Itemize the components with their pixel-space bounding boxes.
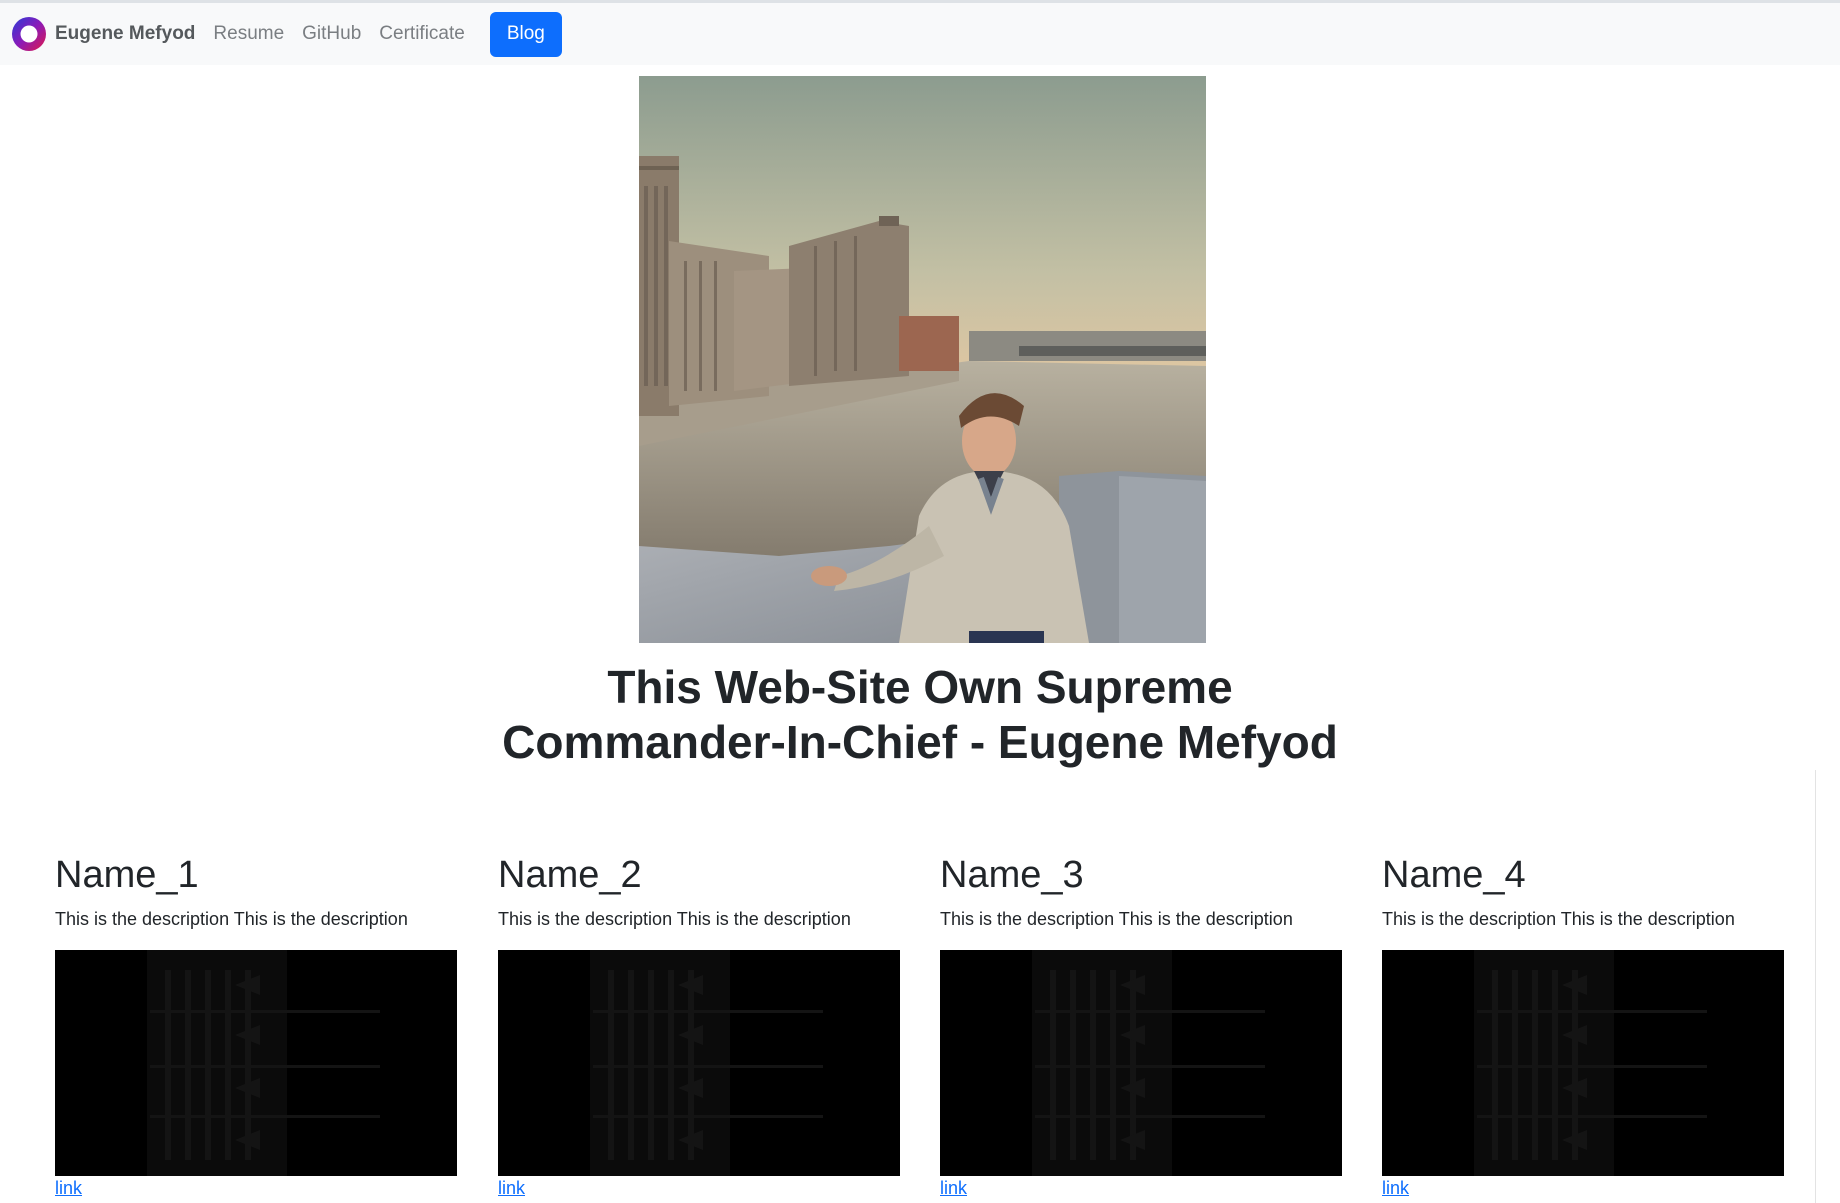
scroll-divider: [1815, 770, 1816, 1203]
card-link[interactable]: link: [1382, 1178, 1409, 1199]
card-video-thumbnail[interactable]: [498, 950, 900, 1176]
profile-photo: [639, 76, 1206, 643]
card-link[interactable]: link: [498, 1178, 525, 1199]
brand-link[interactable]: Eugene Mefyod: [12, 17, 195, 51]
card-description: This is the description This is the desc…: [940, 909, 1293, 929]
page-title: This Web-Site Own Supreme Commander-In-C…: [420, 660, 1420, 770]
card-description: This is the description This is the desc…: [1382, 909, 1735, 929]
card-video-thumbnail[interactable]: [55, 950, 457, 1176]
project-card: Name_4 This is the description This is t…: [1382, 853, 1784, 1198]
card-description: This is the description This is the desc…: [55, 909, 408, 929]
card-link[interactable]: link: [940, 1178, 967, 1199]
nav-github-link[interactable]: GitHub: [302, 23, 361, 45]
brand-logo-icon: [12, 17, 46, 51]
brand-name: Eugene Mefyod: [55, 23, 196, 44]
project-card: Name_2 This is the description This is t…: [498, 853, 900, 1198]
page-title-line-1: This Web-Site Own Supreme: [607, 661, 1233, 713]
profile-photo-graphic: [639, 76, 1206, 643]
nav-resume-link[interactable]: Resume: [213, 23, 284, 45]
card-thumbnail-graphic: [55, 950, 457, 1176]
card-description: This is the description This is the desc…: [498, 909, 851, 929]
project-card: Name_3 This is the description This is t…: [940, 853, 1342, 1198]
card-thumbnail-graphic: [940, 950, 1342, 1176]
page-title-line-2: Commander-In-Chief - Eugene Mefyod: [502, 716, 1338, 768]
card-title: Name_3: [940, 854, 1084, 896]
nav-certificate-link[interactable]: Certificate: [379, 23, 465, 45]
card-title: Name_4: [1382, 854, 1526, 896]
blog-button[interactable]: Blog: [489, 11, 562, 57]
navbar: Eugene Mefyod Resume GitHub Certificate …: [0, 3, 1840, 65]
card-video-thumbnail[interactable]: [1382, 950, 1784, 1176]
card-video-thumbnail[interactable]: [940, 950, 1342, 1176]
card-title: Name_2: [498, 854, 642, 896]
project-card: Name_1 This is the description This is t…: [55, 853, 457, 1198]
card-thumbnail-graphic: [1382, 950, 1784, 1176]
card-thumbnail-graphic: [498, 950, 900, 1176]
card-title: Name_1: [55, 854, 199, 896]
card-link[interactable]: link: [55, 1178, 82, 1199]
